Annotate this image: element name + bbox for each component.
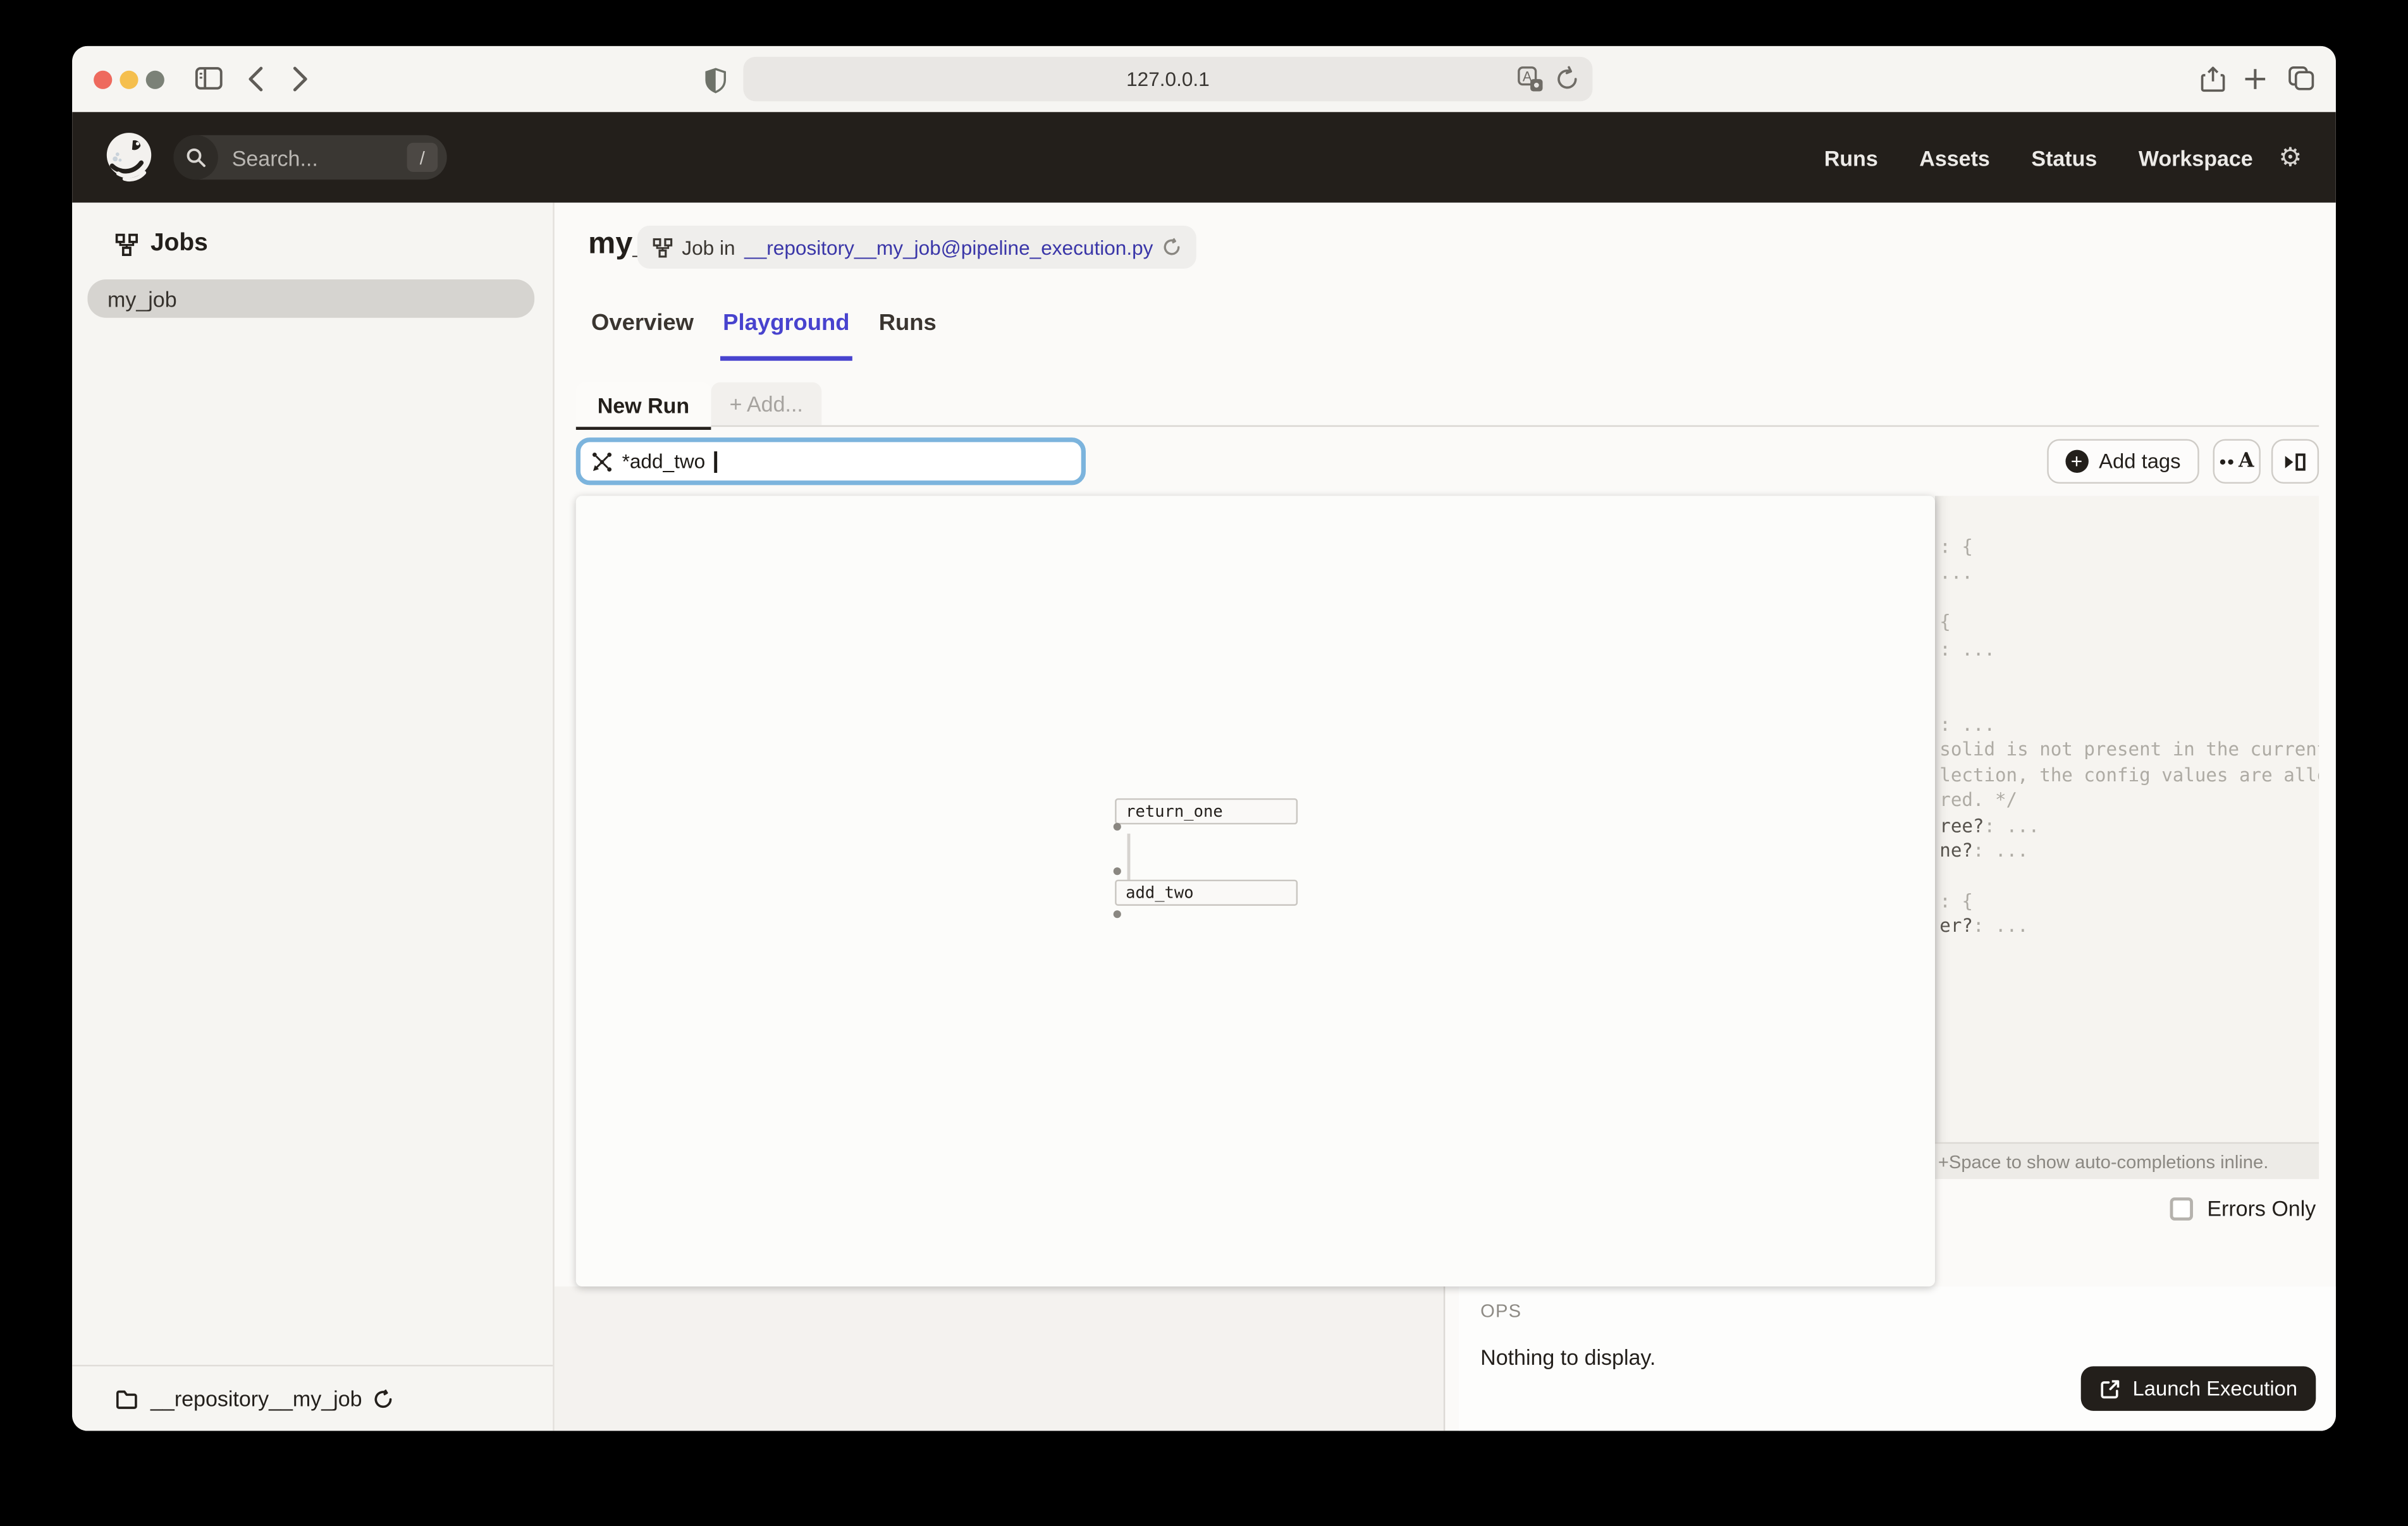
job-tabs: Overview Playground Runs	[588, 301, 939, 356]
job-icon	[653, 237, 673, 257]
config-line: er?: ...	[1939, 915, 2028, 936]
dagster-logo-icon[interactable]	[103, 130, 156, 183]
sidebar-header: Jobs	[115, 230, 208, 258]
launch-icon	[2099, 1378, 2120, 1400]
new-tab-icon[interactable]	[2244, 68, 2266, 90]
sidebar-footer: __repository__my_job	[72, 1365, 553, 1431]
minimize-window-button[interactable]	[120, 71, 138, 89]
bottom-left-panel	[555, 1286, 1446, 1431]
config-line: ...	[1939, 562, 1973, 583]
config-line: {	[1939, 611, 1951, 633]
sidebar-item-label: my_job	[108, 286, 177, 311]
nav-runs[interactable]: Runs	[1824, 145, 1878, 169]
op-graph-panel[interactable]: return_one add_two	[576, 496, 1935, 1286]
config-editor-hint-bar: +Space to show auto-completions inline.	[1935, 1142, 2319, 1179]
graph-node-return-one[interactable]: return_one	[1115, 798, 1298, 824]
launch-execution-button[interactable]: Launch Execution	[2080, 1366, 2316, 1410]
config-line: ne?: ...	[1939, 839, 2028, 861]
graph-node-add-two[interactable]: add_two	[1115, 880, 1298, 906]
autocomplete-hint: +Space to show auto-completions inline.	[1938, 1151, 2268, 1172]
graph-edge	[1127, 834, 1130, 883]
app-header: Search... / Runs Assets Status Workspace…	[72, 112, 2336, 202]
content: Jobs my_job __repository__my_job m	[72, 203, 2336, 1431]
nav-workspace[interactable]: Workspace	[2139, 145, 2253, 169]
autocomplete-config-button[interactable]: ••A	[2213, 439, 2261, 484]
reload-icon[interactable]	[1554, 66, 1580, 92]
privacy-shield-icon[interactable]	[705, 68, 727, 94]
errors-only-control: Errors Only	[2170, 1196, 2316, 1221]
back-button[interactable]	[247, 66, 264, 92]
screen: 127.0.0.1 A	[0, 0, 2408, 1526]
url-text: 127.0.0.1	[743, 57, 1592, 101]
sidebar-toggle-icon[interactable]	[195, 66, 223, 90]
tab-overview-icon[interactable]	[2288, 66, 2314, 90]
tab-overview[interactable]: Overview	[588, 301, 697, 356]
browser-chrome: 127.0.0.1 A	[72, 46, 2336, 114]
folder-icon	[115, 1389, 138, 1409]
reload-repository-icon[interactable]	[373, 1389, 393, 1409]
errors-only-checkbox[interactable]	[2170, 1197, 2193, 1219]
text-cursor	[715, 451, 717, 472]
share-icon[interactable]	[2201, 66, 2225, 94]
ops-panel-empty-text: Nothing to display.	[1480, 1345, 1656, 1369]
op-selector-value: *add_two	[622, 450, 706, 473]
search-shortcut-badge: /	[407, 143, 438, 172]
op-selector-icon	[591, 451, 613, 472]
badge-reload-icon[interactable]	[1162, 238, 1181, 256]
browser-window: 127.0.0.1 A	[72, 46, 2336, 1431]
nav-status[interactable]: Status	[2031, 145, 2097, 169]
config-line: lection, the config values are allowed	[1939, 764, 2319, 786]
search-icon	[173, 135, 218, 180]
add-config-tab-button[interactable]: + Add...	[711, 382, 821, 425]
main-area: my_job Job in __repository__my_job@pipel…	[555, 203, 2336, 1431]
search-placeholder: Search...	[232, 145, 407, 169]
repository-name[interactable]: __repository__my_job	[150, 1386, 362, 1411]
plus-circle-icon	[2065, 450, 2088, 473]
jobs-icon	[115, 233, 138, 255]
output-port	[1114, 910, 1121, 918]
config-line: : {	[1939, 891, 1973, 912]
top-nav: Runs Assets Status Workspace	[1824, 112, 2253, 202]
nav-assets[interactable]: Assets	[1919, 145, 1990, 169]
close-window-button[interactable]	[94, 71, 112, 89]
run-config-tabs: New Run + Add...	[576, 382, 2319, 427]
op-selector-input[interactable]: *add_two	[576, 437, 1086, 485]
tab-playground[interactable]: Playground	[720, 301, 852, 361]
ops-panel-title: OPS	[1480, 1300, 1521, 1322]
sidebar-title: Jobs	[150, 230, 208, 258]
input-port	[1114, 867, 1121, 875]
toggle-second-panel-button[interactable]	[2271, 439, 2319, 484]
op-selector-row: *add_two Add tags ••A	[576, 437, 2319, 485]
config-line: red. */	[1939, 789, 2017, 810]
config-line: solid is not present in the current	[1939, 738, 2319, 760]
sidebar-item-my-job[interactable]: my_job	[87, 279, 534, 318]
zoom-window-button[interactable]	[146, 71, 164, 89]
config-line: : ...	[1939, 714, 1995, 735]
tab-new-run[interactable]: New Run	[576, 382, 711, 430]
output-port	[1114, 823, 1121, 831]
run-tabs-divider	[576, 425, 2319, 427]
sidebar: Jobs my_job __repository__my_job	[72, 203, 555, 1431]
forward-button[interactable]	[292, 66, 309, 92]
config-editor[interactable]: : { ... { : ... : ... solid is not prese…	[1935, 496, 2319, 1179]
badge-repo-link[interactable]: __repository__my_job@pipeline_execution.…	[744, 236, 1153, 259]
config-line: : {	[1939, 536, 1973, 558]
url-bar[interactable]: 127.0.0.1 A	[743, 57, 1592, 101]
badge-prefix: Job in	[682, 236, 735, 259]
tab-runs[interactable]: Runs	[876, 301, 940, 356]
config-line: ree?: ...	[1939, 815, 2039, 837]
job-origin-badge: Job in __repository__my_job@pipeline_exe…	[637, 226, 1196, 269]
settings-gear-icon[interactable]: ⚙	[2278, 112, 2302, 202]
ops-panel: OPS Nothing to display. Launch Execution	[1459, 1286, 2336, 1431]
config-line: : ...	[1939, 638, 1995, 660]
translate-icon[interactable]: A	[1517, 66, 1543, 92]
global-search-input[interactable]: Search... /	[173, 135, 446, 180]
panel-toggle-icon	[2283, 451, 2306, 472]
errors-only-label: Errors Only	[2207, 1196, 2316, 1221]
add-tags-button[interactable]: Add tags	[2047, 439, 2199, 484]
